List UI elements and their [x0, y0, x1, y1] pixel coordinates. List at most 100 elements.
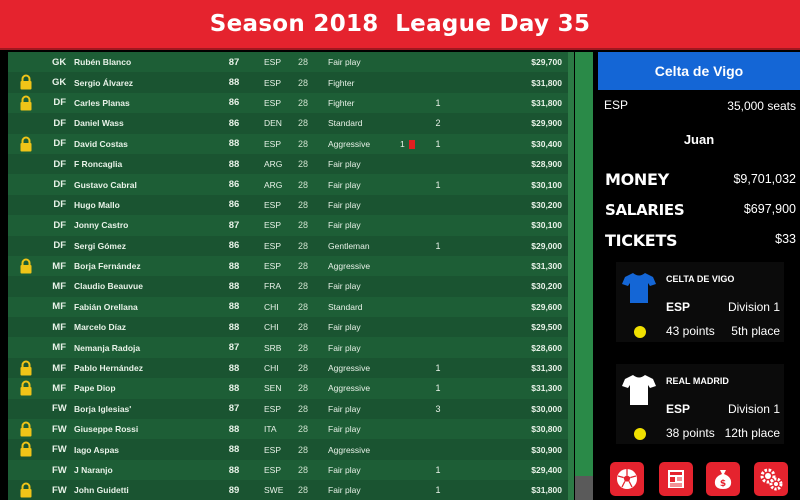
player-nationality: CHI — [264, 322, 279, 333]
player-salary: $30,100 — [531, 179, 562, 190]
table-row[interactable]: MF Fabián Orellana 88 CHI 28 Standard $29,600 — [8, 296, 568, 318]
player-rating: 86 — [228, 179, 240, 191]
table-row[interactable]: FW Iago Aspas 88 ESP 28 Aggressive $30,900 — [8, 439, 568, 460]
club-name-bar[interactable]: Celta de Vigo — [598, 52, 800, 90]
table-row[interactable]: MF Claudio Beauvue 88 FRA 28 Fair play $30,200 — [8, 276, 568, 297]
scrollbar-thumb[interactable] — [575, 476, 593, 500]
blue-shirt-icon — [622, 273, 656, 303]
player-rating: 86 — [228, 240, 240, 252]
lock-icon[interactable] — [18, 258, 34, 274]
player-name: Fabián Orellana — [74, 301, 138, 312]
red-card-icon — [408, 139, 415, 149]
table-row[interactable]: DF Hugo Mallo 86 ESP 28 Fair play $30,200 — [8, 194, 568, 216]
table-row[interactable]: DF Jonny Castro 87 ESP 28 Fair play $30,100 — [8, 215, 568, 236]
club-country: ESP — [604, 98, 629, 112]
player-rating: 87 — [228, 403, 240, 415]
player-goals: 1 — [435, 240, 441, 251]
table-row[interactable]: FW Borja Iglesias' 87 ESP 28 Fair play 3 $30,00… — [8, 398, 568, 420]
home-team-card[interactable]: CELTA DE VIGO ESP Division 1 43 points 5… — [616, 262, 784, 342]
lock-icon[interactable] — [18, 441, 34, 457]
home-team-division: Division 1 — [727, 300, 780, 314]
table-row[interactable]: DF F Roncaglia 88 ARG 28 Fair play $28,900 — [8, 153, 568, 175]
player-rating: 88 — [228, 321, 240, 333]
lock-icon[interactable] — [18, 95, 34, 111]
player-style: Fair play — [328, 159, 361, 170]
lock-icon[interactable] — [18, 136, 34, 152]
player-name: Daniel Wass — [74, 118, 124, 129]
player-style: Fair play — [328, 220, 361, 231]
table-row[interactable]: GK Rubén Blanco 87 ESP 28 Fair play $29,700 — [8, 52, 568, 73]
table-row[interactable]: FW John Guidetti 89 SWE 28 Fair play 1 $31,800 — [8, 480, 568, 500]
player-style: Fair play — [328, 281, 361, 292]
player-nationality: ESP — [264, 465, 282, 475]
player-name: Claudio Beauvue — [74, 281, 143, 292]
table-row[interactable]: FW Giuseppe Rossi 88 ITA 28 Fair play $30,800 — [8, 419, 568, 440]
player-rating: 86 — [228, 97, 240, 109]
player-table[interactable]: GK Rubén Blanco 87 ESP 28 Fair play $29,700 GK S… — [8, 52, 568, 500]
table-row[interactable]: DF David Costas 88 ESP 28 Aggressive 1 1 $30,400 — [8, 133, 568, 154]
player-position: FW — [52, 464, 67, 476]
lock-icon[interactable] — [18, 421, 34, 437]
lock-icon[interactable] — [18, 482, 34, 498]
table-row[interactable]: DF Carles Planas 86 ESP 28 Fighter 1 $31,800 — [8, 92, 568, 114]
player-salary: $28,600 — [531, 342, 562, 353]
player-nationality: ARG — [264, 159, 283, 170]
match-button[interactable] — [610, 462, 644, 496]
scrollbar-track[interactable] — [575, 52, 593, 476]
player-nationality: ESP — [264, 199, 282, 210]
ball-dot-icon — [634, 326, 646, 338]
table-row[interactable]: FW J Naranjo 88 ESP 28 Fair play 1 $29,400 — [8, 459, 568, 481]
away-team-card[interactable]: REAL MADRID ESP Division 1 38 points 12t… — [616, 364, 784, 444]
player-name: Hugo Mallo — [74, 199, 120, 210]
lock-icon[interactable] — [18, 380, 34, 396]
player-age: 28 — [298, 261, 309, 272]
player-nationality: DEN — [264, 118, 282, 129]
player-age: 28 — [298, 342, 309, 353]
settings-button[interactable] — [754, 462, 788, 496]
player-position: FW — [52, 484, 67, 496]
table-row[interactable]: GK Sergio Álvarez 88 ESP 28 Fighter $31,800 — [8, 72, 568, 93]
table-row[interactable]: DF Daniel Wass 86 DEN 28 Standard 2 $29,900 — [8, 113, 568, 134]
player-rating: 88 — [228, 444, 240, 456]
player-nationality: ESP — [264, 240, 282, 251]
player-name: Carles Planas — [74, 97, 130, 108]
table-row[interactable]: MF Borja Fernández 88 ESP 28 Aggressive $31,30… — [8, 255, 568, 277]
table-row[interactable]: DF Sergi Gómez 86 ESP 28 Gentleman 1 $29,000 — [8, 235, 568, 256]
table-row[interactable]: MF Marcelo Díaz 88 CHI 28 Fair play $29,500 — [8, 317, 568, 338]
player-position: GK — [52, 56, 67, 68]
player-nationality: ESP — [264, 220, 282, 231]
player-salary: $29,000 — [531, 240, 562, 251]
player-position: DF — [53, 97, 66, 109]
player-position: MF — [52, 280, 66, 292]
player-rating: 88 — [228, 158, 240, 170]
player-rating: 88 — [228, 301, 240, 313]
lock-icon[interactable] — [18, 360, 34, 376]
player-goals: 3 — [435, 403, 441, 414]
money-label: MONEY — [605, 170, 669, 189]
table-row[interactable]: DF Gustavo Cabral 86 ARG 28 Fair play 1 $30,100 — [8, 174, 568, 195]
player-nationality: FRA — [264, 281, 281, 292]
player-position: MF — [52, 382, 66, 394]
table-row[interactable]: MF Pablo Hernández 88 CHI 28 Aggressive 1 $31,3… — [8, 357, 568, 379]
player-nationality: ESP — [264, 261, 282, 272]
player-style: Fighter — [328, 97, 355, 108]
home-team-points: 43 points — [666, 324, 715, 338]
player-name: Rubén Blanco — [74, 57, 132, 68]
player-position: DF — [53, 158, 66, 170]
player-nationality: ESP — [264, 444, 282, 455]
player-rating: 89 — [228, 484, 240, 496]
lock-icon[interactable] — [18, 74, 34, 90]
player-cards: 1 — [400, 139, 415, 149]
news-button[interactable] — [659, 462, 693, 496]
table-row[interactable]: MF Pape Diop 88 SEN 28 Aggressive 1 $31,300 — [8, 378, 568, 399]
player-name: Marcelo Díaz — [74, 322, 126, 333]
player-goals: 1 — [435, 465, 441, 475]
table-row[interactable]: MF Nemanja Radoja 87 SRB 28 Fair play $28,600 — [8, 337, 568, 358]
player-age: 28 — [298, 199, 309, 210]
player-goals: 2 — [435, 118, 441, 129]
finance-button[interactable]: $ — [706, 462, 740, 496]
player-name: Pape Diop — [74, 383, 116, 394]
player-rating: 88 — [228, 138, 240, 150]
player-age: 28 — [298, 444, 309, 455]
card-count: 1 — [400, 138, 405, 149]
